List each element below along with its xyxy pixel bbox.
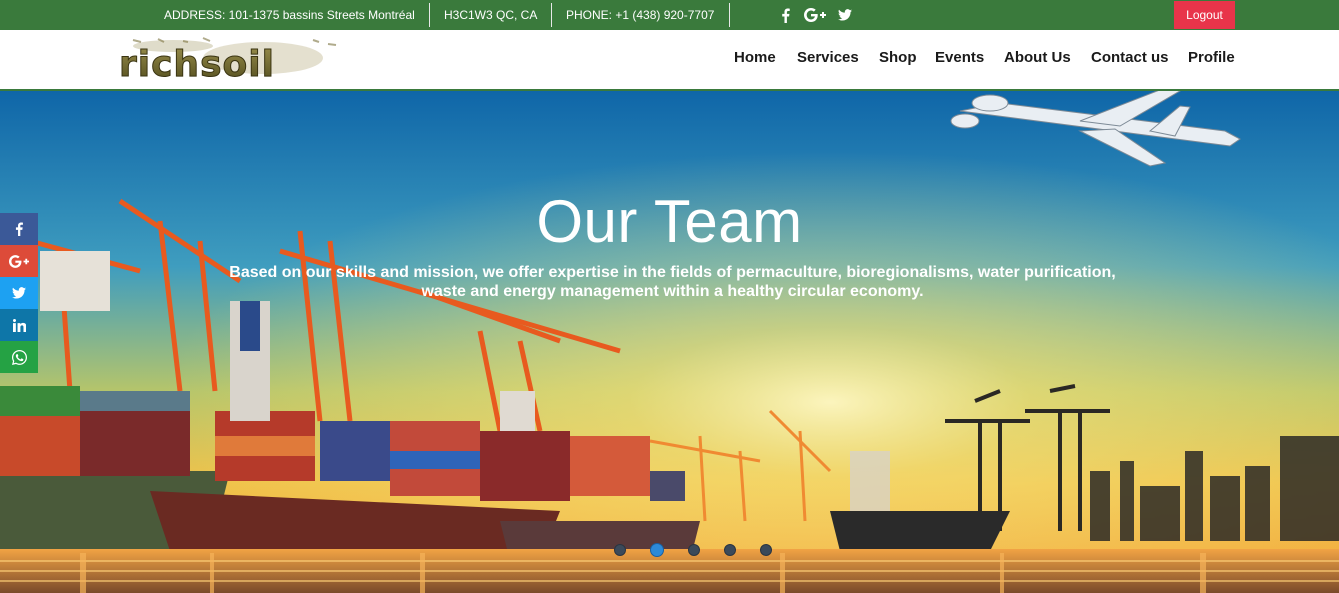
nav-events[interactable]: Events: [935, 49, 984, 66]
carousel-dot-2[interactable]: [650, 543, 664, 557]
nav-contact-us[interactable]: Contact us: [1091, 49, 1169, 66]
svg-text:richsoil: richsoil: [119, 44, 275, 85]
port-background-image: [0, 91, 1339, 593]
nav-services[interactable]: Services: [797, 49, 859, 66]
hero-description: Based on our skills and mission, we offe…: [229, 264, 1116, 300]
share-twitter-icon[interactable]: [0, 277, 38, 309]
share-facebook-icon[interactable]: [0, 213, 38, 245]
hero-slider: Our Team Based on our skills and mission…: [0, 91, 1339, 593]
phone-text: PHONE: +1 (438) 920-7707: [566, 8, 715, 22]
carousel-dot-3[interactable]: [688, 544, 700, 556]
logout-button[interactable]: Logout: [1174, 1, 1235, 29]
share-whatsapp-icon[interactable]: [0, 341, 38, 373]
carousel-dot-4[interactable]: [724, 544, 736, 556]
carousel-dot-1[interactable]: [614, 544, 626, 556]
postal-code-text: H3C1W3 QC, CA: [444, 8, 538, 22]
richsoil-logo[interactable]: richsoil: [113, 36, 359, 86]
top-info-bar: ADDRESS: 101-1375 bassins Streets Montré…: [0, 0, 1339, 30]
address-text: ADDRESS: 101-1375 bassins Streets Montré…: [164, 8, 415, 22]
hero-title: Our Team: [536, 188, 803, 255]
nav-home[interactable]: Home: [734, 49, 776, 66]
divider: [429, 3, 430, 27]
nav-profile[interactable]: Profile: [1188, 49, 1235, 66]
twitter-icon[interactable]: [836, 6, 854, 24]
share-linkedin-icon[interactable]: [0, 309, 38, 341]
carousel-dot-5[interactable]: [760, 544, 772, 556]
nav-about-us[interactable]: About Us: [1004, 49, 1071, 66]
nav-shop[interactable]: Shop: [879, 49, 917, 66]
divider: [729, 3, 730, 27]
share-google-plus-icon[interactable]: [0, 245, 38, 277]
divider: [551, 3, 552, 27]
main-navbar: richsoil Home Services Shop Events About…: [0, 30, 1339, 91]
google-plus-icon[interactable]: [803, 6, 827, 24]
facebook-icon[interactable]: [776, 6, 794, 24]
